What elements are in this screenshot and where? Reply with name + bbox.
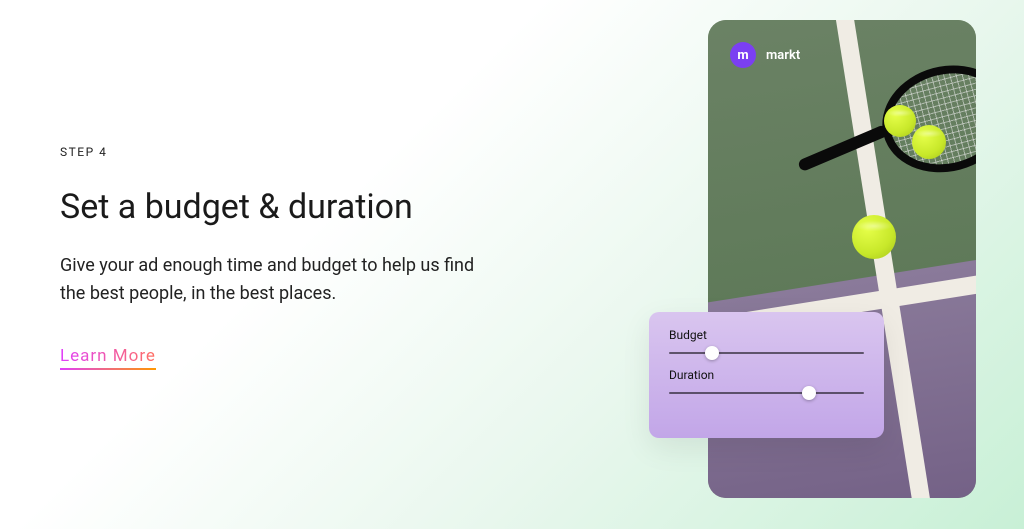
- brand-logo-icon: m: [730, 42, 756, 68]
- step-label: STEP 4: [60, 145, 480, 159]
- budget-slider-label: Budget: [669, 328, 864, 342]
- duration-slider-label: Duration: [669, 368, 864, 382]
- step-description: Give your ad enough time and budget to h…: [60, 252, 480, 308]
- budget-duration-card: Budget Duration: [649, 312, 884, 438]
- learn-more-link[interactable]: Learn More: [60, 346, 156, 370]
- duration-slider-group: Duration: [669, 368, 864, 394]
- tennis-ball-icon: [852, 215, 896, 259]
- step-content: STEP 4 Set a budget & duration Give your…: [60, 145, 480, 370]
- budget-slider[interactable]: [669, 352, 864, 354]
- duration-slider[interactable]: [669, 392, 864, 394]
- tennis-ball-icon: [884, 105, 916, 137]
- tennis-ball-icon: [912, 125, 946, 159]
- duration-slider-thumb[interactable]: [802, 386, 816, 400]
- budget-slider-group: Budget: [669, 328, 864, 354]
- brand-badge: m markt: [730, 42, 800, 68]
- brand-name: markt: [766, 48, 800, 63]
- budget-slider-thumb[interactable]: [705, 346, 719, 360]
- step-heading: Set a budget & duration: [60, 187, 480, 228]
